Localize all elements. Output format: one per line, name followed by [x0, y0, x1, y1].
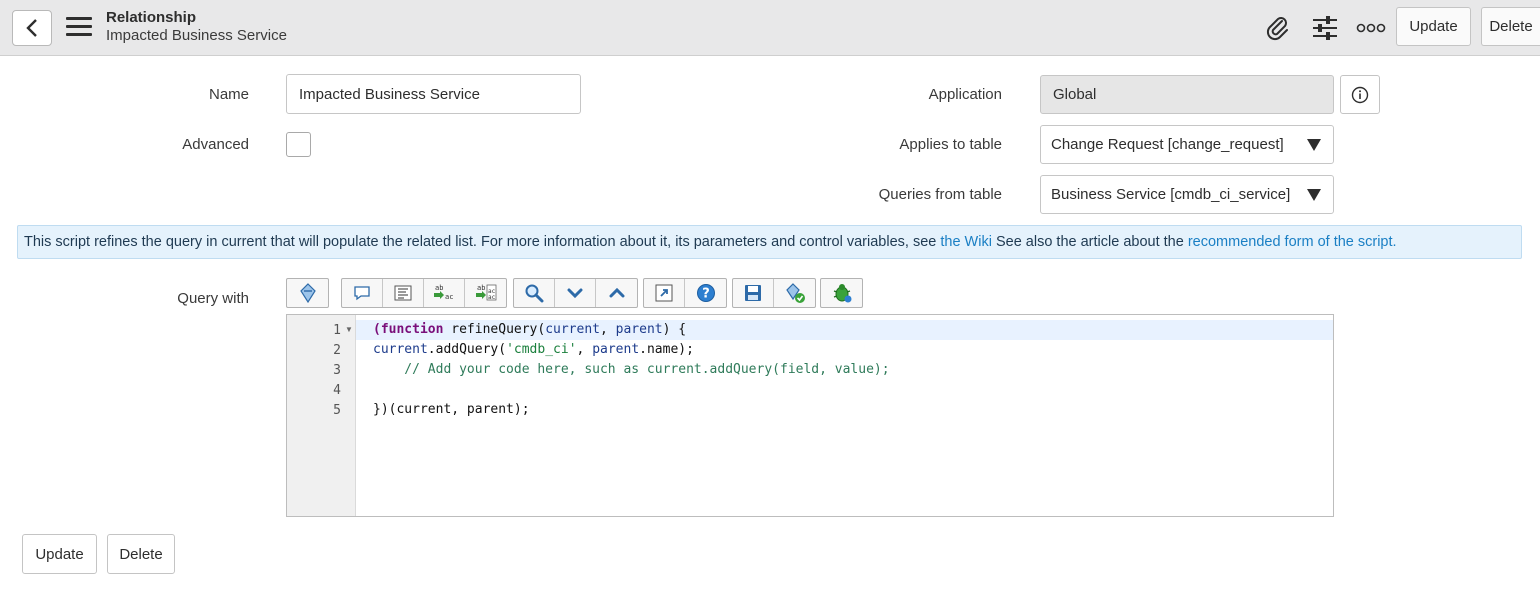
find-previous-button[interactable]	[596, 279, 637, 307]
back-button[interactable]	[12, 10, 52, 46]
update-button[interactable]: Update	[22, 534, 97, 574]
form-header: Relationship Impacted Business Service U…	[0, 0, 1540, 56]
bug-icon	[833, 284, 851, 303]
fold-arrow-icon[interactable]: ▼	[345, 325, 353, 334]
paperclip-icon[interactable]	[1264, 14, 1292, 42]
replace-icon: ab ac	[434, 284, 453, 301]
code-line-3: // Add your code here, such as current.a…	[373, 362, 890, 377]
format-icon	[394, 285, 412, 301]
script-debugger-button[interactable]	[821, 279, 862, 307]
title-block: Relationship Impacted Business Service	[106, 9, 287, 45]
personalize-settings-icon[interactable]	[1311, 14, 1339, 42]
queries-from-table-label: Queries from table	[878, 186, 1002, 203]
replace-button[interactable]: ab ac	[424, 279, 465, 307]
svg-text:ac: ac	[445, 293, 453, 301]
svg-text:ab: ab	[477, 284, 485, 292]
applies-to-table-value: Change Request [change_request]	[1051, 136, 1284, 153]
code-line-5: })(current, parent);	[373, 402, 530, 417]
svg-text:?: ?	[702, 287, 710, 302]
applies-to-table-label: Applies to table	[899, 136, 1002, 153]
toolbar-group-view: ?	[643, 278, 727, 308]
syntax-check-button[interactable]	[774, 279, 815, 307]
code-line-2: current.addQuery('cmdb_ci', parent.name)…	[373, 342, 694, 357]
save-icon	[745, 285, 761, 301]
help-button[interactable]: ?	[685, 279, 726, 307]
more-options-icon[interactable]	[1356, 14, 1386, 42]
fullscreen-button[interactable]	[644, 279, 685, 307]
line-number: 2	[333, 343, 341, 358]
recommended-form-link[interactable]: recommended form of the script.	[1188, 234, 1397, 250]
toolbar-group-format: ab ac ab ac ac	[341, 278, 507, 308]
wiki-link[interactable]: the Wiki	[940, 234, 992, 250]
info-icon	[1351, 86, 1369, 103]
applies-to-table-select[interactable]: Change Request [change_request]	[1040, 125, 1334, 164]
toolbar-group-debug	[820, 278, 863, 308]
syntax-toggle-icon	[299, 283, 316, 304]
line-number: 4	[333, 383, 341, 398]
line-number-gutter: 1 ▼ 2 3 4 5	[287, 315, 356, 516]
replace-all-button[interactable]: ab ac ac	[465, 279, 506, 307]
line-number: 1	[333, 323, 341, 338]
toolbar-group-toggle	[286, 278, 329, 308]
replace-all-icon: ab ac ac	[475, 284, 496, 301]
queries-from-table-select[interactable]: Business Service [cmdb_ci_service]	[1040, 175, 1334, 214]
line-number: 3	[333, 363, 341, 378]
record-name-subtitle: Impacted Business Service	[106, 27, 287, 44]
dropdown-arrow-icon	[1307, 139, 1321, 151]
record-type-title: Relationship	[106, 9, 197, 26]
expand-icon	[655, 284, 673, 302]
header-update-button[interactable]: Update	[1396, 7, 1471, 46]
delete-button[interactable]: Delete	[107, 534, 175, 574]
banner-text-2: See also the article about the	[991, 234, 1188, 250]
comment-icon	[354, 286, 370, 301]
syntax-check-icon	[785, 283, 805, 303]
banner-text-1: This script refines the query in current…	[24, 234, 941, 250]
menu-icon[interactable]	[66, 17, 92, 39]
name-field[interactable]: Impacted Business Service	[286, 74, 581, 114]
search-button[interactable]	[514, 279, 555, 307]
application-label: Application	[928, 86, 1002, 103]
advanced-checkbox[interactable]	[286, 132, 311, 157]
svg-text:ac: ac	[488, 294, 496, 301]
svg-text:ab: ab	[435, 284, 443, 292]
chevron-left-icon	[26, 19, 37, 37]
script-info-banner: This script refines the query in current…	[17, 225, 1522, 259]
toolbar-group-save	[732, 278, 816, 308]
query-with-label: Query with	[177, 290, 249, 307]
advanced-label: Advanced	[182, 136, 249, 153]
dropdown-arrow-icon	[1307, 189, 1321, 201]
find-next-button[interactable]	[555, 279, 596, 307]
save-button[interactable]	[733, 279, 774, 307]
header-delete-button[interactable]: Delete	[1481, 7, 1540, 46]
format-code-button[interactable]	[383, 279, 424, 307]
toolbar-group-search	[513, 278, 638, 308]
help-icon: ?	[696, 284, 715, 302]
toggle-syntax-editor-button[interactable]	[287, 279, 328, 307]
queries-from-table-value: Business Service [cmdb_ci_service]	[1051, 186, 1291, 203]
comment-button[interactable]	[342, 279, 383, 307]
search-icon	[525, 284, 544, 303]
script-editor[interactable]: 1 ▼ 2 3 4 5 (function refineQuery(curren…	[286, 314, 1334, 517]
application-info-button[interactable]	[1340, 75, 1380, 114]
application-field: Global	[1040, 75, 1334, 114]
chevron-up-icon	[609, 287, 624, 298]
name-label: Name	[208, 86, 249, 103]
code-line-1: (function refineQuery(current, parent) {	[373, 322, 687, 337]
line-number: 5	[333, 403, 341, 418]
chevron-down-icon	[567, 288, 583, 299]
